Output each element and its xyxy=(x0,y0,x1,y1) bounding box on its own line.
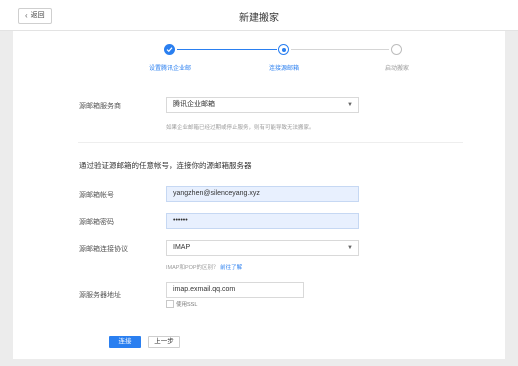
step-connector-complete xyxy=(177,49,277,50)
caret-down-icon: ▼ xyxy=(347,245,353,251)
password-label: 源邮箱密码 xyxy=(79,219,114,226)
section-divider xyxy=(78,142,463,143)
provider-select-value: 腾讯企业邮箱 xyxy=(173,101,215,108)
step-label-setup: 设置腾讯企业邮 xyxy=(148,66,191,72)
protocol-hint-text: IMAP和POP的区别？ xyxy=(166,265,219,271)
top-bar: ‹ 返回 新建搬家 xyxy=(0,0,518,31)
server-label: 源服务器地址 xyxy=(79,292,121,299)
ssl-label: 使用SSL xyxy=(176,302,198,308)
step-label-start: 启动搬家 xyxy=(384,66,409,72)
step-label-connect: 连接源邮箱 xyxy=(268,66,299,72)
account-input[interactable]: yangzhen@silenceyang.xyz xyxy=(166,186,359,202)
password-input[interactable]: •••••• xyxy=(166,213,359,229)
page-title: 新建搬家 xyxy=(239,13,279,24)
provider-select[interactable]: 腾讯企业邮箱 ▼ xyxy=(166,97,359,113)
connect-button[interactable]: 连接 xyxy=(109,336,141,348)
provider-hint: 如果企业邮箱已经过期或停止服务，则有可能导致无法搬家。 xyxy=(166,125,315,131)
provider-label: 源邮箱服务商 xyxy=(79,103,121,110)
step-pending-icon xyxy=(391,44,402,55)
step-done-check-icon xyxy=(164,44,175,55)
step-current-icon xyxy=(278,44,289,55)
protocol-label: 源邮箱连接协议 xyxy=(79,246,128,253)
ssl-checkbox[interactable] xyxy=(166,300,174,308)
caret-down-icon: ▼ xyxy=(347,102,353,108)
previous-step-button[interactable]: 上一步 xyxy=(148,336,180,348)
account-label: 源邮箱帐号 xyxy=(79,192,114,199)
section-title: 通过验证源邮箱的任意帐号，连接你的源邮箱服务器 xyxy=(79,161,252,170)
protocol-learn-more-link[interactable]: 前往了解 xyxy=(220,265,242,271)
protocol-select-value: IMAP xyxy=(173,244,191,251)
step-connector-pending xyxy=(291,49,389,50)
server-input[interactable]: imap.exmail.qq.com xyxy=(166,282,304,298)
protocol-hint: IMAP和POP的区别？ 前往了解 xyxy=(166,263,242,271)
protocol-select[interactable]: IMAP ▼ xyxy=(166,240,359,256)
main-card: 设置腾讯企业邮 连接源邮箱 启动搬家 源邮箱服务商 腾讯企业邮箱 ▼ 如果企业邮… xyxy=(13,31,505,359)
